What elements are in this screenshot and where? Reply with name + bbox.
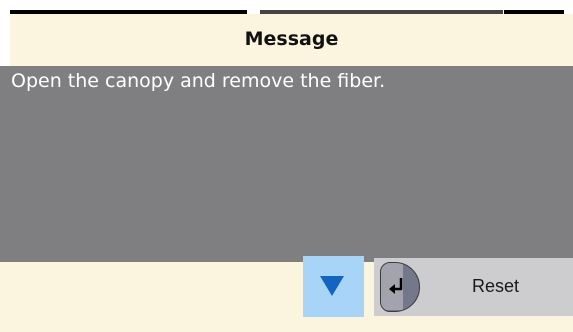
message-text: Open the canopy and remove the fiber. bbox=[11, 70, 386, 92]
dialog-title: Message bbox=[244, 28, 339, 50]
scroll-down-button[interactable] bbox=[303, 256, 364, 317]
enter-return-icon bbox=[380, 262, 420, 312]
reset-button[interactable]: Reset bbox=[374, 258, 573, 316]
window-top-bar bbox=[0, 0, 573, 14]
message-area: Open the canopy and remove the fiber. bbox=[0, 66, 573, 262]
reset-button-label: Reset bbox=[472, 276, 520, 296]
